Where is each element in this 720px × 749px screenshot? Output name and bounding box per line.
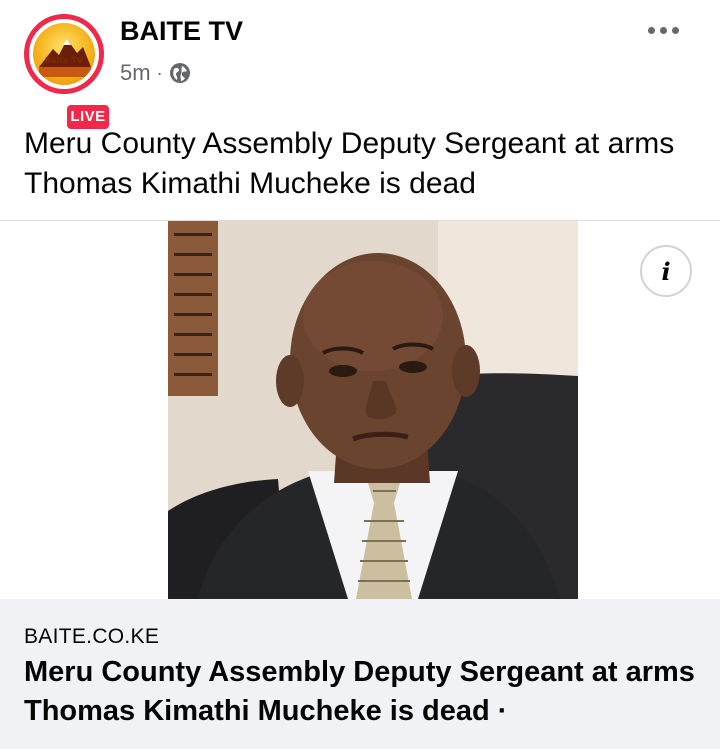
post-message: Meru County Assembly Deputy Sergeant at … [24, 127, 675, 200]
post-header: Baite TV LIVE BAITE TV 5m · [0, 0, 720, 132]
post-photo[interactable] [168, 221, 578, 599]
post-meta: 5m · [120, 60, 191, 86]
link-domain: BAITE.CO.KE [24, 625, 160, 648]
link-title[interactable]: Meru County Assembly Deputy Sergeant at … [24, 653, 704, 731]
link-preview[interactable]: BAITE.CO.KE Meru County Assembly Deputy … [0, 599, 720, 749]
post-timestamp[interactable]: 5m [120, 60, 151, 86]
post-media[interactable] [0, 221, 720, 599]
meta-separator: · [156, 62, 163, 83]
globe-icon[interactable] [169, 62, 191, 84]
logo-text: Baite TV [45, 56, 83, 65]
page-avatar[interactable]: Baite TV LIVE [24, 14, 112, 132]
page-name[interactable]: BAITE TV [120, 16, 243, 47]
more-options-icon[interactable] [648, 20, 684, 40]
baite-tv-logo: Baite TV [33, 23, 95, 85]
info-icon[interactable]: i [640, 245, 692, 297]
